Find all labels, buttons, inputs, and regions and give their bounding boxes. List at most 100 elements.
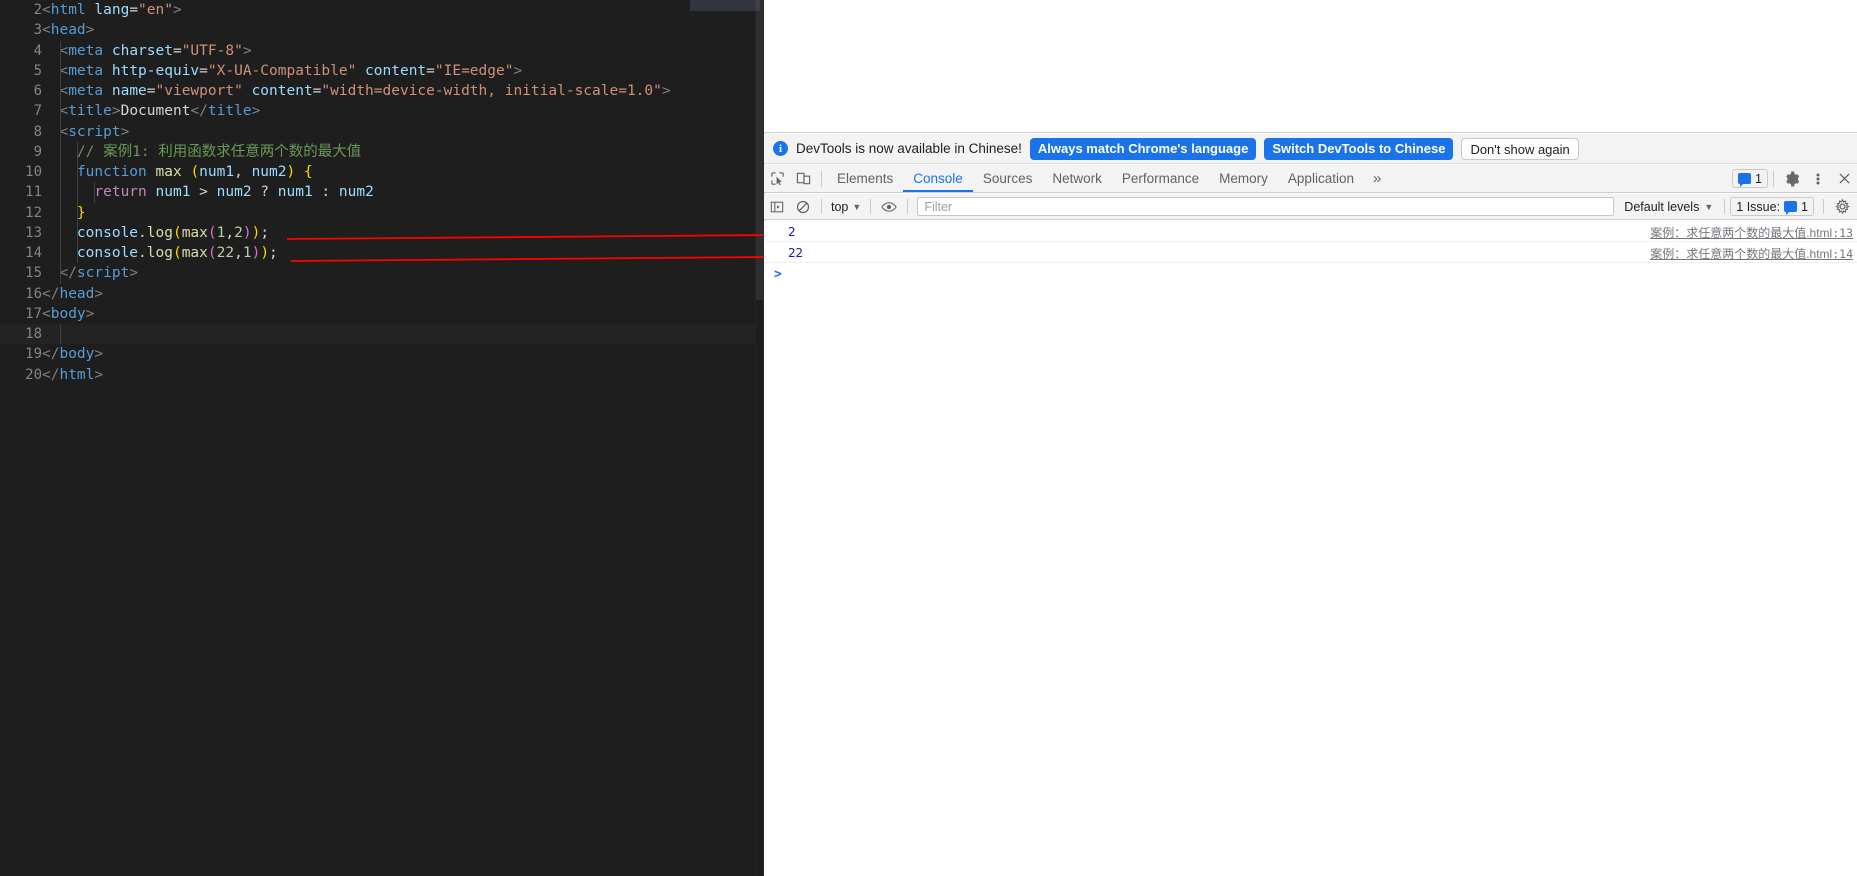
code-line-text: // 案例1: 利用函数求任意两个数的最大值 — [42, 143, 362, 160]
line-number: 18 — [25, 326, 42, 342]
code-line[interactable]: 3<head> — [0, 20, 756, 40]
line-number: 20 — [25, 366, 42, 383]
filterbar-separator-1 — [821, 199, 822, 214]
console-source-line: :14 — [1832, 247, 1853, 261]
console-levels-select[interactable]: Default levels ▼ — [1618, 200, 1719, 214]
console-sidebar-icon[interactable] — [764, 195, 790, 219]
indent-guide — [60, 60, 61, 81]
indent-guide — [77, 243, 78, 264]
indent-guide — [94, 182, 95, 203]
issues-count: 1 — [1755, 171, 1762, 186]
line-number: 5 — [33, 62, 42, 79]
filterbar-separator-5 — [1823, 199, 1824, 214]
code-line[interactable]: 8 <script> — [0, 121, 756, 142]
indent-guide — [77, 162, 78, 183]
indent-guide — [60, 243, 61, 264]
devtools-panel[interactable]: i DevTools is now available in Chinese! … — [764, 0, 1857, 876]
console-settings-gear-icon[interactable] — [1829, 195, 1855, 219]
devtools-tab-strip[interactable]: Elements Console Sources Network Perform… — [764, 165, 1857, 193]
device-toolbar-icon[interactable] — [790, 167, 816, 191]
live-expression-icon[interactable] — [876, 195, 902, 219]
inspect-element-icon[interactable] — [764, 167, 790, 191]
console-filter-input[interactable] — [917, 197, 1615, 216]
console-message-source-link[interactable]: 案例：求任意两个数的最大值.html:13 — [1650, 224, 1853, 241]
always-match-language-button[interactable]: Always match Chrome's language — [1029, 137, 1257, 160]
code-line[interactable]: 17<body> — [0, 304, 756, 324]
line-number: 11 — [25, 184, 42, 201]
code-line[interactable]: 16</head> — [0, 284, 756, 304]
indent-guide — [60, 202, 61, 223]
code-line-text: return num1 > num2 ? num1 : num2 — [94, 184, 374, 201]
indent-guide — [60, 141, 61, 162]
tab-console[interactable]: Console — [903, 165, 973, 192]
more-tabs-icon[interactable]: » — [1364, 170, 1390, 187]
screenshot-root: 2<html lang="en"> 3<head> 4 <meta charset=… — [0, 0, 1857, 876]
filterbar-separator-4 — [1724, 199, 1726, 214]
code-line[interactable]: 9 // 案例1: 利用函数求任意两个数的最大值 — [0, 141, 756, 162]
message-badge-icon — [1738, 173, 1752, 187]
indent-guide — [60, 40, 61, 61]
gear-icon[interactable] — [1779, 167, 1805, 191]
code-line[interactable]: 10 function max (num1, num2) { — [0, 162, 756, 183]
toolbar-separator — [821, 170, 822, 187]
execution-context-select[interactable]: top ▼ — [827, 200, 865, 214]
console-prompt-row[interactable]: > — [764, 263, 1857, 285]
code-line[interactable]: 4 <meta charset="UTF-8"> — [0, 40, 756, 61]
indent-guide — [77, 182, 78, 203]
code-line[interactable]: 12 } — [0, 202, 756, 223]
indent-guide — [77, 141, 78, 162]
console-filter-toolbar[interactable]: top ▼ Default levels ▼ 1 Issue: 1 — [764, 194, 1857, 220]
switch-devtools-language-button[interactable]: Switch DevTools to Chinese — [1264, 137, 1454, 160]
line-number: 3 — [33, 22, 42, 39]
code-line-text: <body> — [42, 305, 95, 322]
console-issues-count: 1 — [1801, 199, 1808, 214]
code-line-text: <head> — [42, 22, 95, 39]
code-line[interactable]: 18 — [0, 324, 756, 345]
line-number: 6 — [33, 83, 42, 99]
tab-elements[interactable]: Elements — [827, 165, 903, 192]
console-message-source-link[interactable]: 案例：求任意两个数的最大值.html:14 — [1650, 245, 1853, 262]
tab-performance[interactable]: Performance — [1112, 165, 1209, 192]
console-issues-button[interactable]: 1 Issue: 1 — [1730, 197, 1814, 216]
code-line[interactable]: 15 </script> — [0, 263, 756, 284]
code-editor-pane[interactable]: 2<html lang="en"> 3<head> 4 <meta charset=… — [0, 0, 764, 876]
code-text-area[interactable]: 2<html lang="en"> 3<head> 4 <meta charset=… — [0, 0, 756, 876]
console-output[interactable]: 2 案例：求任意两个数的最大值.html:13 22 案例：求任意两个数的最大值… — [764, 221, 1857, 876]
console-issues-label: 1 Issue: — [1736, 199, 1781, 214]
chevron-down-icon: ▼ — [852, 201, 862, 212]
code-line-text: </html> — [42, 366, 104, 383]
code-line[interactable]: 13 console.log(max(1,2)); — [0, 222, 756, 243]
issues-badge[interactable]: 1 — [1732, 169, 1768, 188]
code-line[interactable]: 14 console.log(max(22,1)); — [0, 243, 756, 264]
more-options-icon[interactable] — [1805, 167, 1831, 191]
close-icon[interactable] — [1831, 167, 1857, 191]
console-message-value: 2 — [788, 223, 796, 239]
code-line[interactable]: 11 return num1 > num2 ? num1 : num2 — [0, 182, 756, 203]
console-message-row[interactable]: 2 案例：求任意两个数的最大值.html:13 — [764, 221, 1857, 242]
editor-minimap-thumb[interactable] — [690, 0, 760, 11]
browser-page-viewport — [764, 0, 1857, 133]
code-line[interactable]: 19</body> — [0, 344, 756, 364]
line-number: 14 — [25, 245, 42, 261]
line-number: 9 — [33, 143, 42, 160]
code-line[interactable]: 6 <meta name="viewport" content="width=d… — [0, 81, 756, 102]
dont-show-again-button[interactable]: Don't show again — [1461, 137, 1579, 160]
tab-application[interactable]: Application — [1278, 165, 1364, 192]
execution-context-value: top — [831, 199, 849, 214]
console-message-row[interactable]: 22 案例：求任意两个数的最大值.html:14 — [764, 242, 1857, 263]
indent-guide — [60, 162, 61, 183]
code-line[interactable]: 2<html lang="en"> — [0, 0, 756, 20]
tab-memory[interactable]: Memory — [1209, 165, 1278, 192]
line-number: 19 — [25, 346, 42, 363]
devtools-language-banner: i DevTools is now available in Chinese! … — [764, 134, 1857, 164]
tab-network[interactable]: Network — [1042, 165, 1112, 192]
code-line[interactable]: 7 <title>Document</title> — [0, 101, 756, 122]
clear-console-icon[interactable] — [790, 195, 816, 219]
code-line-text: <html lang="en"> — [42, 2, 182, 18]
console-message-value: 22 — [788, 244, 804, 260]
code-line[interactable]: 5 <meta http-equiv="X-UA-Compatible" con… — [0, 60, 756, 81]
code-line[interactable]: 20</html> — [0, 365, 756, 385]
line-number: 16 — [25, 285, 42, 302]
tab-sources[interactable]: Sources — [973, 165, 1043, 192]
